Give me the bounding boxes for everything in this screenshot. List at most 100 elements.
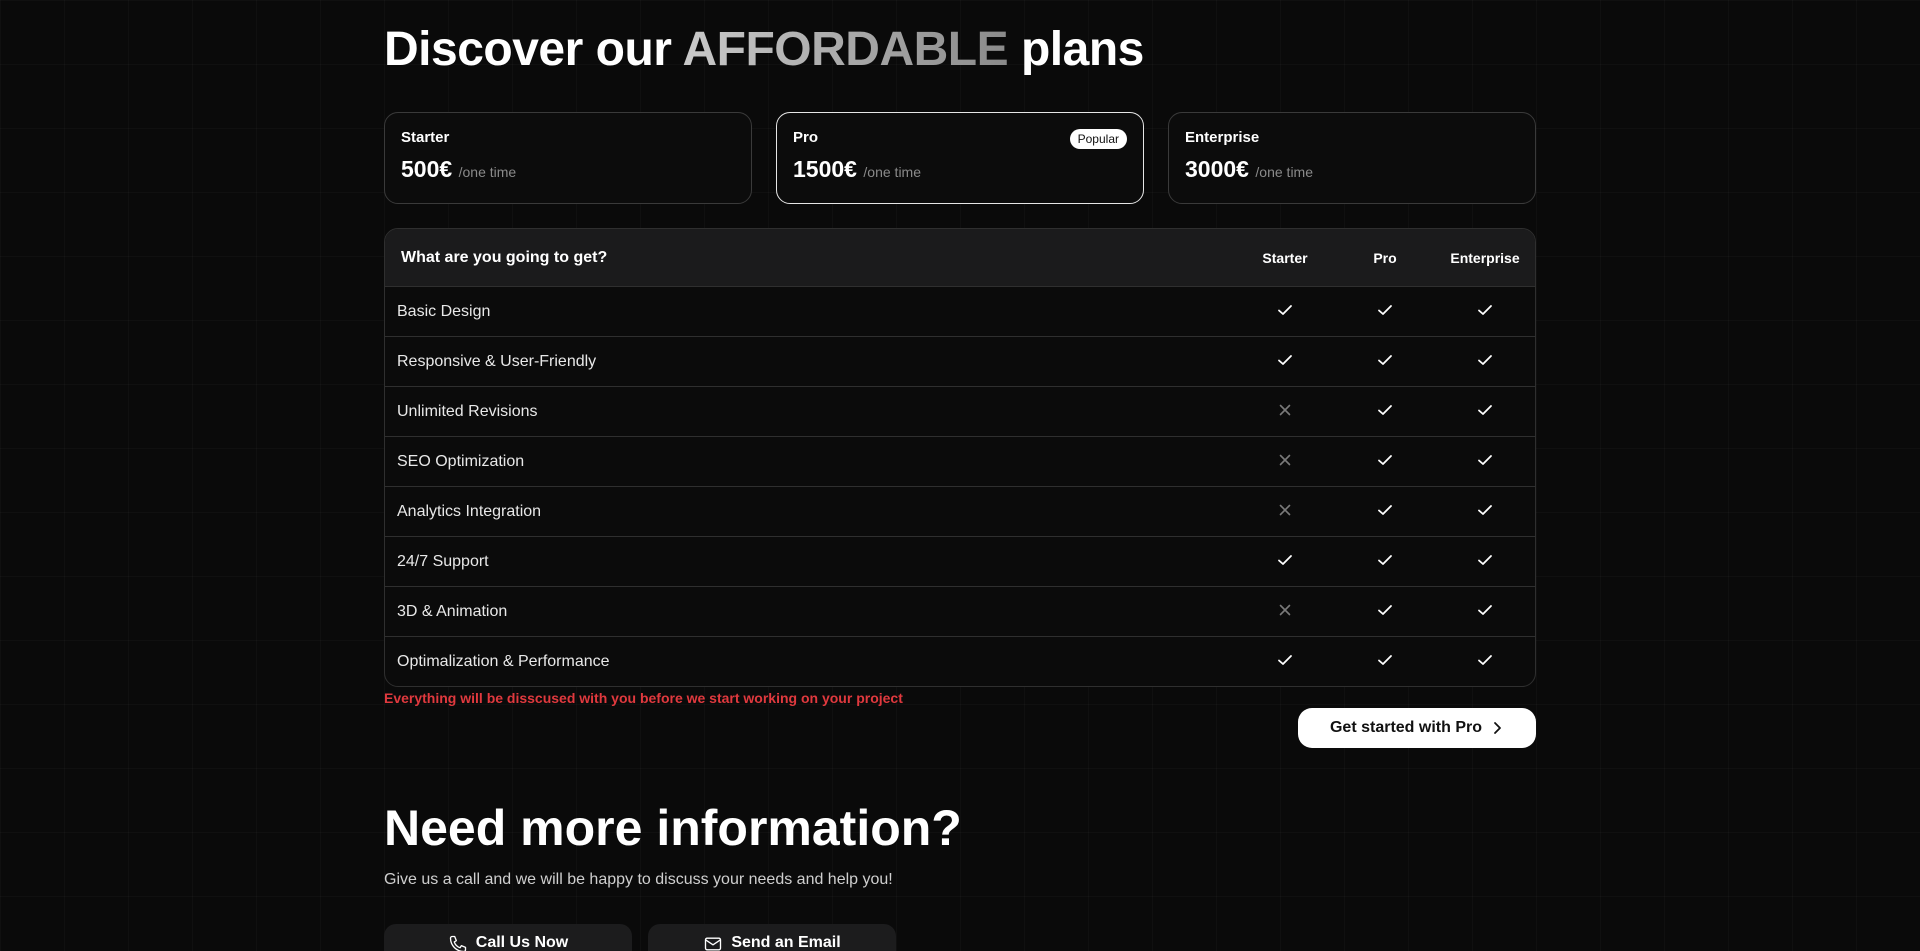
- check-icon: [1377, 303, 1393, 320]
- feature-label: Optimalization & Performance: [397, 652, 610, 670]
- call-us-button[interactable]: Call Us Now: [384, 924, 632, 951]
- feature-label: SEO Optimization: [397, 452, 525, 470]
- check-icon: [1277, 653, 1293, 670]
- cell-starter: [1235, 653, 1335, 671]
- check-icon: [1477, 553, 1493, 570]
- send-email-button[interactable]: Send an Email: [648, 924, 896, 951]
- cell-pro: [1335, 653, 1435, 671]
- table-row: SEO Optimization: [385, 436, 1535, 486]
- table-header-feature: What are you going to get?: [401, 248, 608, 266]
- phone-icon: [449, 935, 466, 951]
- cross-icon: [1278, 503, 1292, 520]
- cell-starter: [1235, 403, 1335, 421]
- check-icon: [1477, 303, 1493, 320]
- check-icon: [1377, 353, 1393, 370]
- plan-card-enterprise[interactable]: Enterprise 3000€ /one time: [1168, 112, 1536, 204]
- cell-enterprise: [1435, 503, 1535, 521]
- cell-starter: [1235, 603, 1335, 621]
- plan-card-starter[interactable]: Starter 500€ /one time: [384, 112, 752, 204]
- cell-enterprise: [1435, 353, 1535, 371]
- check-icon: [1277, 553, 1293, 570]
- plan-period: /one time: [458, 164, 517, 180]
- cross-icon: [1278, 603, 1292, 620]
- table-row: Unlimited Revisions: [385, 386, 1535, 436]
- chevron-right-icon: [1494, 722, 1501, 734]
- cell-enterprise: [1435, 303, 1535, 321]
- get-started-pro-button[interactable]: Get started with Pro: [1298, 708, 1536, 748]
- heading-highlight: AFFORDABLE: [682, 23, 1009, 76]
- table-row: 3D & Animation: [385, 586, 1535, 636]
- cell-enterprise: [1435, 653, 1535, 671]
- plan-period: /one time: [1255, 164, 1314, 180]
- check-icon: [1477, 453, 1493, 470]
- cell-enterprise: [1435, 603, 1535, 621]
- cell-pro: [1335, 353, 1435, 371]
- cell-starter: [1235, 503, 1335, 521]
- check-icon: [1377, 503, 1393, 520]
- cell-starter: [1235, 453, 1335, 471]
- table-row: 24/7 Support: [385, 536, 1535, 586]
- table-header-enterprise: Enterprise: [1450, 249, 1520, 266]
- cell-starter: [1235, 553, 1335, 571]
- feature-label: 3D & Animation: [397, 602, 508, 620]
- heading-text-post: plans: [1020, 23, 1144, 76]
- cross-icon: [1278, 453, 1292, 470]
- cell-pro: [1335, 553, 1435, 571]
- table-row: Analytics Integration: [385, 486, 1535, 536]
- table-row: Basic Design: [385, 286, 1535, 336]
- cell-pro: [1335, 603, 1435, 621]
- table-header-starter: Starter: [1262, 249, 1308, 266]
- feature-comparison-table: What are you going to get? Starter Pro E…: [384, 228, 1536, 687]
- check-icon: [1477, 403, 1493, 420]
- plan-card-pro[interactable]: Pro Popular 1500€ /one time: [776, 112, 1144, 204]
- cell-pro: [1335, 303, 1435, 321]
- check-icon: [1377, 403, 1393, 420]
- cell-pro: [1335, 403, 1435, 421]
- cell-enterprise: [1435, 553, 1535, 571]
- plan-price: 3000€: [1185, 156, 1249, 182]
- table-header-pro: Pro: [1373, 249, 1397, 266]
- pricing-heading: Discover our AFFORDABLE plans: [384, 20, 1144, 80]
- feature-label: Responsive & User-Friendly: [397, 352, 597, 370]
- table-header-row: What are you going to get? Starter Pro E…: [385, 229, 1535, 286]
- cell-enterprise: [1435, 403, 1535, 421]
- plan-cards: Starter 500€ /one time Pro Popular 1500€…: [384, 112, 1536, 204]
- cell-starter: [1235, 353, 1335, 371]
- check-icon: [1477, 603, 1493, 620]
- check-icon: [1477, 653, 1493, 670]
- check-icon: [1477, 503, 1493, 520]
- cell-pro: [1335, 453, 1435, 471]
- popular-badge: Popular: [1069, 129, 1127, 149]
- info-heading: Need more information?: [384, 800, 962, 856]
- mail-icon: [705, 937, 722, 951]
- check-icon: [1377, 603, 1393, 620]
- check-icon: [1277, 303, 1293, 320]
- feature-label: Basic Design: [397, 302, 491, 320]
- table-row: Responsive & User-Friendly: [385, 336, 1535, 386]
- disclaimer-note: Everything will be disscused with you be…: [384, 690, 903, 706]
- call-label: Call Us Now: [475, 934, 569, 951]
- cta-label: Get started with Pro: [1329, 719, 1483, 736]
- table-body: Basic Design Responsive & User-Friendly Un…: [385, 286, 1535, 686]
- email-label: Send an Email: [731, 934, 841, 951]
- check-icon: [1377, 453, 1393, 470]
- plan-name: Starter: [401, 129, 450, 146]
- feature-label: Unlimited Revisions: [397, 402, 538, 420]
- cell-pro: [1335, 503, 1435, 521]
- cell-enterprise: [1435, 453, 1535, 471]
- plan-period: /one time: [863, 164, 922, 180]
- info-subtitle: Give us a call and we will be happy to d…: [384, 871, 893, 888]
- cell-starter: [1235, 303, 1335, 321]
- check-icon: [1477, 353, 1493, 370]
- plan-price: 500€: [401, 156, 453, 182]
- heading-text-pre: Discover our: [384, 23, 672, 76]
- check-icon: [1277, 353, 1293, 370]
- feature-label: Analytics Integration: [397, 502, 542, 520]
- table-row: Optimalization & Performance: [385, 636, 1535, 686]
- plan-name: Enterprise: [1185, 129, 1260, 146]
- feature-label: 24/7 Support: [397, 552, 489, 570]
- check-icon: [1377, 653, 1393, 670]
- cross-icon: [1278, 403, 1292, 420]
- plan-price: 1500€: [793, 156, 857, 182]
- check-icon: [1377, 553, 1393, 570]
